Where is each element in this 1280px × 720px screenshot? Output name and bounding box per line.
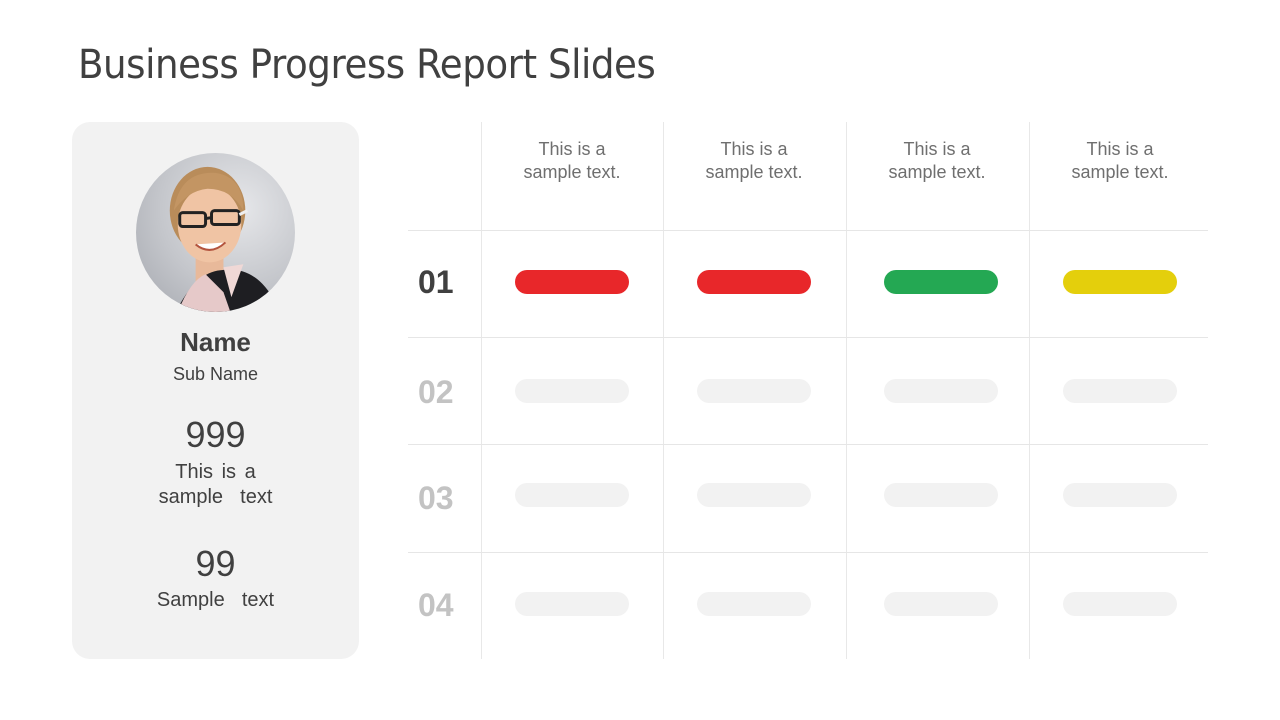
column-header-line2: sample text. bbox=[705, 162, 803, 182]
status-pill-green bbox=[884, 270, 998, 294]
grid-divider bbox=[846, 122, 847, 659]
status-pill-empty bbox=[1063, 379, 1177, 403]
column-header-line2: sample text. bbox=[523, 162, 621, 182]
column-header: This is a sample text. bbox=[481, 138, 663, 184]
status-pill-empty bbox=[515, 592, 629, 616]
column-header-line1: This is a bbox=[538, 139, 606, 159]
column-header: This is a sample text. bbox=[663, 138, 845, 184]
profile-sub-name: Sub Name bbox=[172, 364, 259, 384]
column-header-line2: sample text. bbox=[888, 162, 986, 182]
status-pill-red bbox=[515, 270, 629, 294]
status-pill-red bbox=[697, 270, 811, 294]
status-pill-empty bbox=[1063, 483, 1177, 507]
row-label: 03 bbox=[418, 480, 454, 516]
status-pill-empty bbox=[884, 592, 998, 616]
column-header-line2: sample text. bbox=[1071, 162, 1169, 182]
column-header-line1: This is a bbox=[720, 139, 788, 159]
status-pill-empty bbox=[884, 379, 998, 403]
grid-divider bbox=[408, 230, 1208, 231]
column-header: This is a sample text. bbox=[846, 138, 1028, 184]
profile-photo bbox=[136, 153, 295, 312]
grid-divider bbox=[663, 122, 664, 659]
person-photo-icon bbox=[169, 166, 281, 312]
status-pill-empty bbox=[1063, 592, 1177, 616]
row-label: 02 bbox=[418, 374, 454, 410]
grid-divider bbox=[408, 444, 1208, 445]
profile-card: Name Sub Name 999 This is a sample text … bbox=[72, 122, 359, 659]
grid-divider bbox=[481, 122, 482, 659]
column-header-line1: This is a bbox=[903, 139, 971, 159]
progress-table: This is a sample text. This is a sample … bbox=[408, 122, 1208, 659]
slide-title: Business Progress Report Slides bbox=[78, 42, 656, 88]
grid-divider bbox=[408, 337, 1208, 338]
status-pill-empty bbox=[884, 483, 998, 507]
status-pill-yellow bbox=[1063, 270, 1177, 294]
row-label: 01 bbox=[418, 264, 454, 300]
row-label: 04 bbox=[418, 587, 454, 623]
grid-divider bbox=[408, 552, 1208, 553]
column-header-line1: This is a bbox=[1086, 139, 1154, 159]
status-pill-empty bbox=[515, 483, 629, 507]
status-pill-empty bbox=[697, 379, 811, 403]
status-pill-empty bbox=[697, 592, 811, 616]
status-pill-empty bbox=[697, 483, 811, 507]
profile-name: Name bbox=[180, 327, 251, 357]
stat-value-primary: 999 bbox=[185, 414, 246, 455]
stat-label-primary-line1: This is a bbox=[175, 461, 256, 483]
stat-label-primary: This is a sample text bbox=[72, 460, 359, 510]
stat-label-secondary: Sample text bbox=[156, 589, 275, 611]
stat-label-primary-line2: sample text bbox=[158, 486, 273, 508]
grid-divider bbox=[1029, 122, 1030, 659]
status-pill-empty bbox=[515, 379, 629, 403]
column-header: This is a sample text. bbox=[1029, 138, 1211, 184]
stat-value-secondary: 99 bbox=[195, 543, 236, 584]
